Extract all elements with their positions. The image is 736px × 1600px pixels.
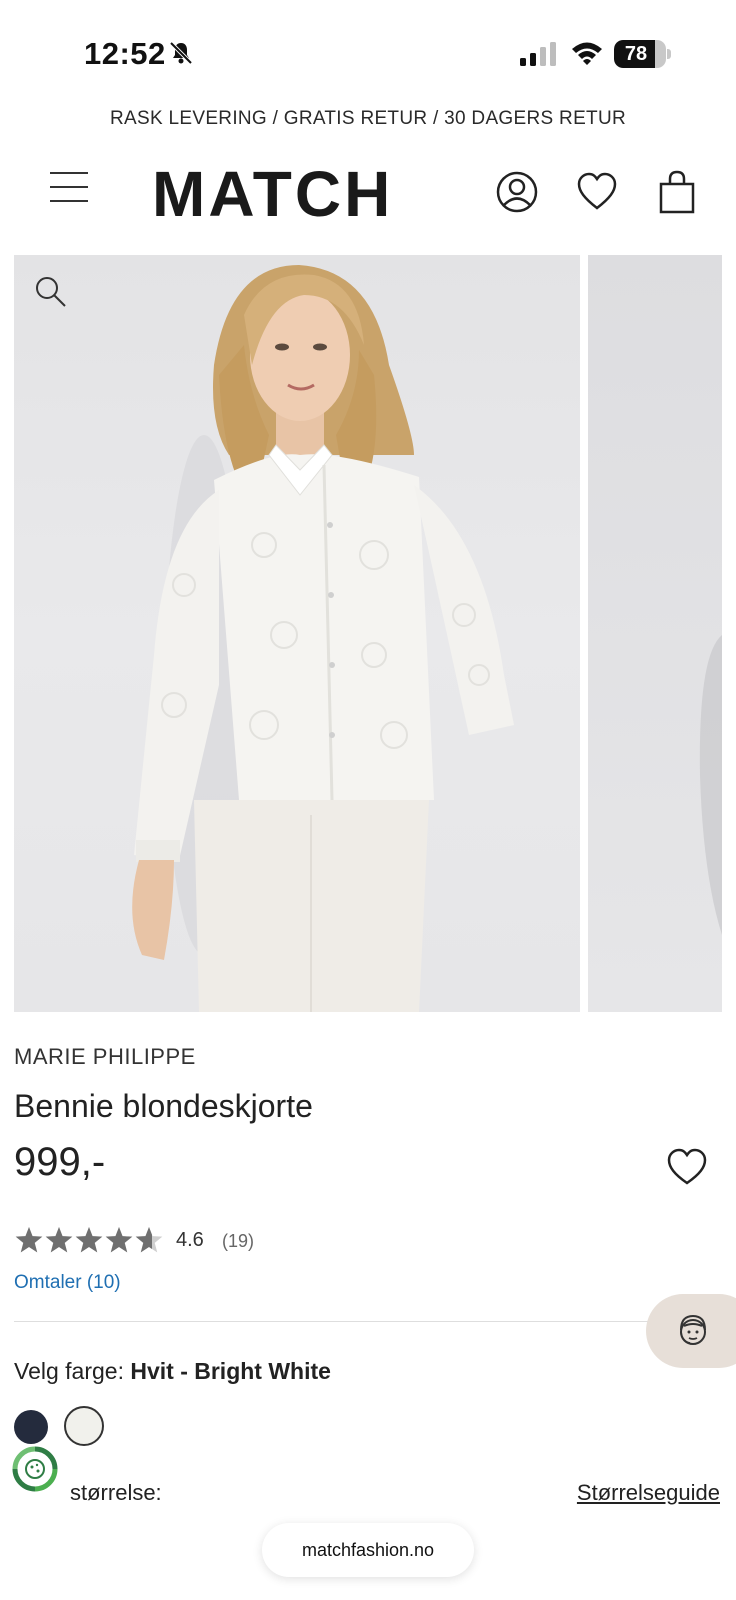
product-title: Bennie blondeskjorte xyxy=(14,1088,313,1124)
wishlist-heart-icon[interactable] xyxy=(666,1148,708,1186)
product-photo xyxy=(132,265,514,1012)
rating-count: (19) xyxy=(222,1231,255,1251)
promo-banner: RASK LEVERING / GRATIS RETUR / 30 DAGERS… xyxy=(110,108,626,129)
battery-percent: 78 xyxy=(624,43,648,65)
battery-icon: 78 xyxy=(614,40,671,68)
rating-stars xyxy=(15,1227,163,1253)
product-photo-next xyxy=(699,635,722,935)
magnifier-icon[interactable] xyxy=(34,275,68,309)
size-guide-link[interactable]: Størrelseguide xyxy=(577,1480,720,1506)
star-filled xyxy=(75,1227,103,1253)
heart-icon[interactable] xyxy=(576,170,618,214)
cellular-signal-icon xyxy=(520,42,556,66)
shopping-bag-icon[interactable] xyxy=(656,170,698,214)
battery-body: 78 xyxy=(614,40,666,68)
customer-support-button[interactable] xyxy=(646,1294,736,1368)
star-filled xyxy=(15,1227,43,1253)
color-swatch-bright-white[interactable] xyxy=(64,1406,104,1446)
support-agent-icon xyxy=(680,1314,706,1345)
status-time: 12:52 xyxy=(84,36,166,71)
status-bar: 12:52 78 xyxy=(0,0,736,100)
battery-cap xyxy=(667,49,671,59)
star-filled xyxy=(105,1227,133,1253)
wifi-icon xyxy=(572,42,602,65)
star-filled xyxy=(45,1227,73,1253)
browser-url-bar[interactable]: matchfashion.no xyxy=(262,1523,474,1577)
product-image-next[interactable] xyxy=(588,255,722,1012)
color-value-text: Hvit - Bright White xyxy=(130,1358,331,1384)
divider xyxy=(14,1321,654,1322)
size-label: størrelse: xyxy=(70,1480,162,1505)
bell-slash-icon xyxy=(169,41,193,65)
eco-recycle-icon[interactable] xyxy=(10,1444,60,1494)
hamburger-menu-icon[interactable] xyxy=(50,172,88,206)
rating-value: 4.6 xyxy=(176,1229,204,1251)
color-label-text: Velg farge: xyxy=(14,1358,124,1384)
color-swatch-navy[interactable] xyxy=(14,1410,48,1444)
product-brand[interactable]: MARIE PHILIPPE xyxy=(14,1044,196,1070)
logo[interactable]: MATCH xyxy=(152,162,408,226)
product-image-main[interactable] xyxy=(14,255,580,1012)
color-selector-label: Velg farge: Hvit - Bright White xyxy=(14,1358,331,1385)
product-price: 999,- xyxy=(14,1140,106,1184)
reviews-link[interactable]: Omtaler (10) xyxy=(14,1272,121,1294)
account-icon[interactable] xyxy=(496,170,538,214)
